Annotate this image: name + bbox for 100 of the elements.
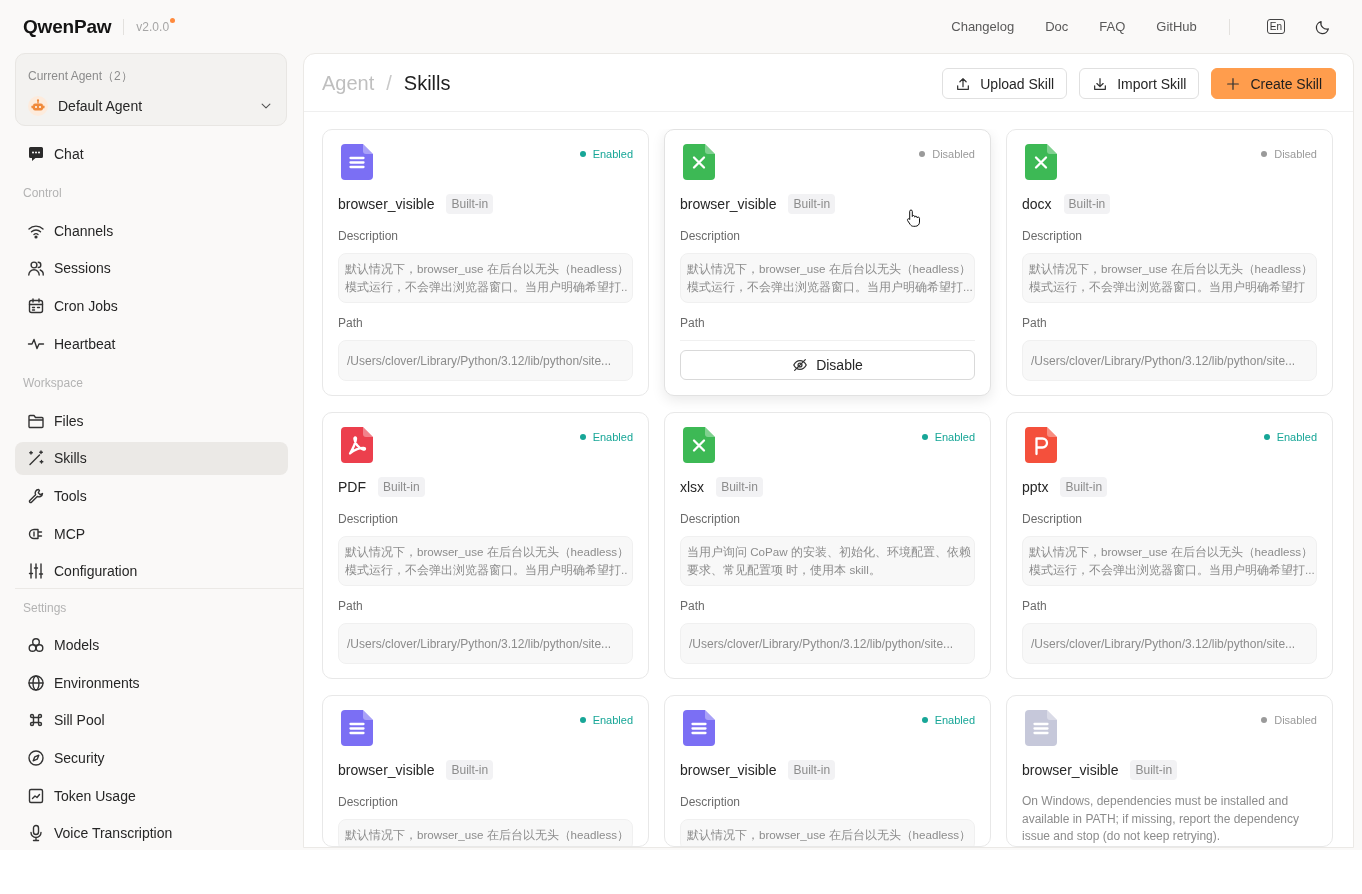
magic-wand-icon (27, 449, 45, 468)
field-label: Path (338, 598, 363, 615)
skill-name: docx (1022, 196, 1052, 212)
description-box: 默认情况下，browser_use 在后台以无头（headless）模式运行，不会弹出浏览器窗口。当用户明确希望打 (1022, 253, 1317, 303)
skill-tag: Built-in (1063, 194, 1111, 214)
nav-item[interactable]: Environments (15, 666, 288, 700)
disable-button[interactable]: Disable (680, 350, 975, 380)
plus-icon (1225, 75, 1242, 92)
wrench-icon (27, 486, 45, 505)
field-label: Description (680, 794, 741, 811)
download-icon (1092, 75, 1109, 92)
description-box: 默认情况下，browser_use 在后台以无头（headless）模式运行，不会弹出浏览器窗口。当用户明确希望打.. (338, 253, 633, 303)
description-box: 默认情况下，browser_use 在后台以无头（headless）模式运行，不会弹出浏览器窗口。当用户明确希望打... (680, 253, 975, 303)
breadcrumb-separator: / (386, 72, 392, 95)
field-label: Path (1022, 315, 1047, 332)
nav-item[interactable]: Security (15, 741, 288, 775)
upload-skill-button[interactable]: Upload Skill (942, 68, 1068, 99)
path-field: /Users/clover/Library/Python/3.12/lib/python/site... (338, 623, 633, 664)
status-label: Enabled (592, 148, 633, 160)
microphone-icon (27, 824, 45, 843)
skill-name: browser_visible (680, 762, 777, 778)
path-field: /Users/clover/Library/Python/3.12/lib/python/site... (680, 623, 975, 664)
status-label: Enabled (934, 431, 975, 443)
nav-item[interactable]: Tools (15, 479, 288, 513)
status-label: Enabled (1276, 431, 1317, 443)
field-label: Description (1022, 228, 1083, 245)
header-link[interactable]: Changelog (951, 19, 1015, 34)
robot-icon (28, 96, 48, 116)
agent-selector-label: Current Agent（2） (28, 68, 133, 85)
status-label: Disabled (1274, 148, 1317, 160)
field-label: Path (680, 315, 705, 332)
app-logo: QwenPaw (23, 15, 112, 38)
section-title: Workspace (22, 374, 83, 392)
chat-bubble-icon (27, 145, 45, 163)
skill-name: browser_visible (680, 196, 777, 212)
section-title: Settings (22, 600, 67, 617)
section-title: Control (22, 184, 62, 202)
status-label: Enabled (592, 431, 633, 443)
field-label: Path (1022, 598, 1047, 615)
skill-tag: Built-in (378, 477, 425, 497)
language-button[interactable]: En (1266, 19, 1285, 34)
nav-item[interactable]: Configuration (15, 554, 288, 588)
nav-item[interactable]: Files (15, 404, 288, 438)
nav-item[interactable]: Channels (15, 214, 288, 248)
skill-tag: Built-in (446, 760, 494, 780)
skill-tag: Built-in (788, 760, 836, 780)
moon-icon (1315, 18, 1331, 35)
nav-item[interactable]: Voice Transcription (15, 816, 288, 850)
skill-name: browser_visible (338, 196, 435, 212)
hand-cursor-icon (906, 209, 921, 227)
nav-item[interactable]: Token Usage (15, 779, 288, 813)
nav-item[interactable]: Sill Pool (15, 703, 288, 737)
status-label: Enabled (934, 714, 975, 726)
field-label: Path (338, 315, 363, 332)
field-label: Description (338, 228, 399, 245)
nav-item[interactable]: Chat (15, 137, 288, 171)
nav-item[interactable]: Cron Jobs (15, 289, 288, 323)
header-link[interactable]: GitHub (1156, 19, 1197, 34)
nav-item[interactable]: MCP (15, 517, 288, 551)
skill-tag: Built-in (1060, 477, 1108, 497)
status-label: Disabled (932, 148, 975, 160)
compass-icon (27, 748, 45, 767)
field-label: Description (1022, 511, 1083, 528)
theme-toggle-button[interactable] (1315, 18, 1331, 35)
agent-selector[interactable]: Current Agent（2） Default Agent (15, 53, 287, 126)
chart-icon (27, 786, 45, 805)
description-box: 默认情况下，browser_use 在后台以无头（headless）模式运行，不会弹出浏览器窗口。当用户明确希望打... (1022, 536, 1317, 586)
skill-tag: Built-in (1130, 760, 1178, 780)
description-box: 当用户询问 CoPaw 的安装、初始化、环境配置、依赖要求、常见配置项 时，使用本 skill。 (680, 536, 975, 586)
import-skill-button[interactable]: Import Skill (1079, 68, 1200, 99)
create-skill-button[interactable]: Create Skill (1211, 68, 1336, 99)
users-icon (27, 259, 45, 278)
page-title: Skills (403, 72, 451, 95)
skill-tag: Built-in (788, 194, 836, 214)
sliders-icon (27, 562, 45, 581)
nav-item[interactable]: Heartbeat (15, 327, 288, 361)
field-label: Path (680, 598, 705, 615)
nav-item[interactable]: Skills (15, 441, 288, 475)
skill-name: PDF (338, 479, 366, 495)
description-text: On Windows, dependencies must be installed and available in PATH; if missing, report the dependency issue and stop (do not keep retrying). (1022, 793, 1300, 845)
skill-tag: Built-in (446, 194, 494, 214)
header-link[interactable]: FAQ (1099, 19, 1126, 34)
path-field: /Users/clover/Library/Python/3.12/lib/python/site... (338, 340, 633, 381)
description-box: 默认情况下，browser_use 在后台以无头（headless） (680, 819, 975, 846)
field-label: Description (680, 228, 741, 245)
eye-off-icon (792, 357, 809, 373)
skill-name: xlsx (680, 479, 705, 495)
version-label: v2.0.0 (136, 19, 170, 34)
nav-item[interactable]: Sessions (15, 251, 288, 285)
header-link[interactable]: Doc (1045, 19, 1069, 34)
field-label: Description (338, 794, 399, 811)
status-label: Enabled (592, 714, 633, 726)
agent-name: Default Agent (58, 98, 144, 114)
nav-item[interactable]: Models (15, 628, 288, 662)
path-field: /Users/clover/Library/Python/3.12/lib/python/site... (1022, 623, 1317, 664)
description-box: 默认情况下，browser_use 在后台以无头（headless） (338, 819, 633, 846)
status-label: Disabled (1274, 714, 1317, 726)
upload-icon (955, 75, 972, 92)
globe-icon (27, 673, 45, 692)
skill-name: browser_visible (338, 762, 435, 778)
